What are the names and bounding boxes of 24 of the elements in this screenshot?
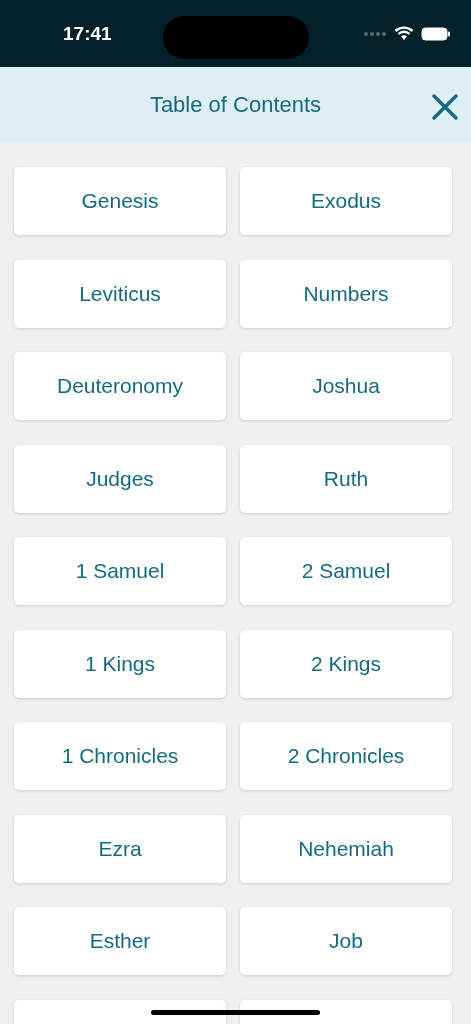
book-button[interactable]: Deuteronomy [14, 352, 226, 420]
book-button[interactable]: Ruth [240, 444, 452, 513]
book-button[interactable]: 1 Samuel [14, 537, 226, 605]
book-button[interactable]: Leviticus [14, 259, 226, 328]
close-button[interactable] [429, 91, 461, 123]
book-button[interactable]: Numbers [240, 259, 452, 328]
book-button[interactable]: Esther [14, 907, 226, 975]
book-button[interactable]: Exodus [240, 167, 452, 235]
book-button[interactable]: Ezra [14, 814, 226, 883]
status-time: 17:41 [63, 22, 112, 45]
book-button[interactable]: Judges [14, 444, 226, 513]
book-button[interactable]: Nehemiah [240, 814, 452, 883]
book-button[interactable]: Job [240, 907, 452, 975]
book-button[interactable]: 2 Chronicles [240, 722, 452, 790]
book-button[interactable]: 1 Kings [14, 629, 226, 698]
battery-icon [421, 26, 451, 41]
book-button[interactable]: Genesis [14, 167, 226, 235]
book-button[interactable]: 2 Kings [240, 629, 452, 698]
book-button[interactable]: 2 Samuel [240, 537, 452, 605]
signal-icon [363, 30, 387, 37]
book-button[interactable]: Joshua [240, 352, 452, 420]
header-title: Table of Contents [149, 92, 322, 118]
book-button[interactable]: 1 Chronicles [14, 722, 226, 790]
wifi-icon [394, 26, 414, 41]
